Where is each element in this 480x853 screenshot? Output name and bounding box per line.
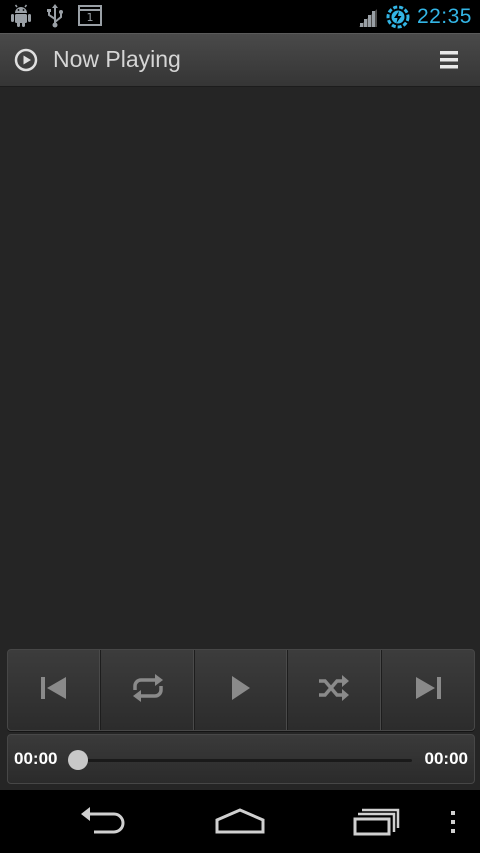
previous-button[interactable] [8,650,102,730]
play-icon [228,674,254,707]
sync-icon [385,4,411,30]
seek-thumb[interactable] [68,750,88,770]
total-time: 00:00 [424,749,468,768]
shuffle-icon [317,674,351,707]
navigation-bar [0,790,480,853]
skip-next-icon [413,675,443,706]
action-bar: Now Playing [0,33,480,87]
seek-panel: 00:00 00:00 [7,734,475,784]
seek-bar[interactable] [78,759,412,762]
elapsed-time: 00:00 [14,749,58,768]
page-title: Now Playing [53,46,181,72]
recent-apps-icon[interactable] [352,806,402,843]
notification-count-icon: 1 [78,5,102,27]
status-time: 22:35 [416,5,472,28]
back-icon[interactable] [78,806,128,843]
repeat-button[interactable] [101,650,195,730]
repeat-icon [130,673,166,708]
menu-icon[interactable] [448,810,458,839]
usb-icon [46,4,64,28]
playback-controls [7,649,475,731]
play-circle-icon[interactable] [14,48,38,77]
now-playing-screen: 1 22:35 Now Playing 00:00 00:00 [0,0,480,853]
android-icon [10,4,32,28]
status-bar: 1 22:35 [0,0,480,33]
shuffle-button[interactable] [288,650,382,730]
notification-count: 1 [86,11,94,24]
overflow-menu-icon[interactable] [436,49,462,71]
home-icon[interactable] [214,806,266,843]
skip-previous-icon [39,675,69,706]
next-button[interactable] [382,650,474,730]
play-button[interactable] [195,650,289,730]
signal-icon [357,6,379,28]
